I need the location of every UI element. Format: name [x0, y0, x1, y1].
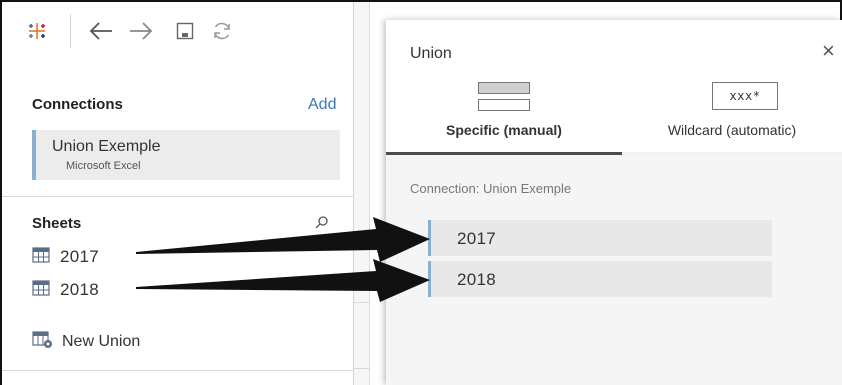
sheets-heading: Sheets — [32, 215, 82, 232]
toolbar-separator — [70, 14, 71, 48]
sheet-label: 2017 — [60, 247, 100, 266]
union-dialog: Union × Specific (manual) xxx* Wildcard … — [386, 20, 842, 385]
refresh-icon[interactable] — [208, 16, 236, 46]
specific-union-icon — [478, 80, 530, 114]
add-connection-link[interactable]: Add — [308, 96, 336, 114]
new-union-icon — [32, 330, 54, 354]
tab-wildcard-automatic[interactable]: xxx* Wildcard (automatic) — [622, 76, 842, 154]
connections-heading: Connections — [32, 96, 123, 113]
sheet-table-icon — [32, 246, 50, 268]
toolbar — [2, 2, 354, 64]
connection-item-union-exemple[interactable]: Union Exemple Microsoft Excel — [32, 130, 340, 180]
sidebar-bottom-divider — [2, 370, 354, 371]
union-table-item-2018[interactable]: 2018 — [428, 261, 772, 297]
wildcard-icon: xxx* — [712, 82, 778, 110]
close-icon[interactable]: × — [822, 40, 835, 62]
sheet-item-2017[interactable]: 2017 — [32, 245, 99, 269]
tab-label: Wildcard (automatic) — [667, 122, 797, 138]
sheet-item-2018[interactable]: 2018 — [32, 278, 99, 302]
splitter-divider — [354, 302, 370, 303]
sheet-label: 2018 — [60, 280, 100, 299]
tableau-logo-icon[interactable] — [20, 16, 54, 46]
sidebar-divider — [2, 196, 354, 197]
tab-specific-manual[interactable]: Specific (manual) — [386, 76, 622, 154]
sheet-table-icon — [32, 279, 50, 301]
connection-type: Microsoft Excel — [66, 160, 141, 172]
new-union-item[interactable]: New Union — [32, 330, 140, 354]
tab-label: Specific (manual) — [446, 122, 562, 138]
splitter-divider — [354, 368, 370, 369]
pane-splitter[interactable] — [354, 2, 370, 385]
forward-arrow-icon[interactable] — [126, 16, 156, 46]
union-table-item-2017[interactable]: 2017 — [428, 220, 772, 256]
data-source-sidebar: Connections Add Union Exemple Microsoft … — [2, 2, 354, 385]
dialog-title: Union — [410, 45, 452, 62]
union-table-label: 2017 — [457, 229, 497, 248]
save-icon[interactable] — [172, 16, 198, 46]
new-union-label: New Union — [62, 333, 141, 350]
connection-caption: Connection: Union Exemple — [410, 181, 572, 196]
search-icon[interactable] — [314, 215, 330, 231]
union-table-label: 2018 — [457, 270, 497, 289]
connection-name: Union Exemple — [52, 138, 161, 155]
back-arrow-icon[interactable] — [86, 16, 116, 46]
